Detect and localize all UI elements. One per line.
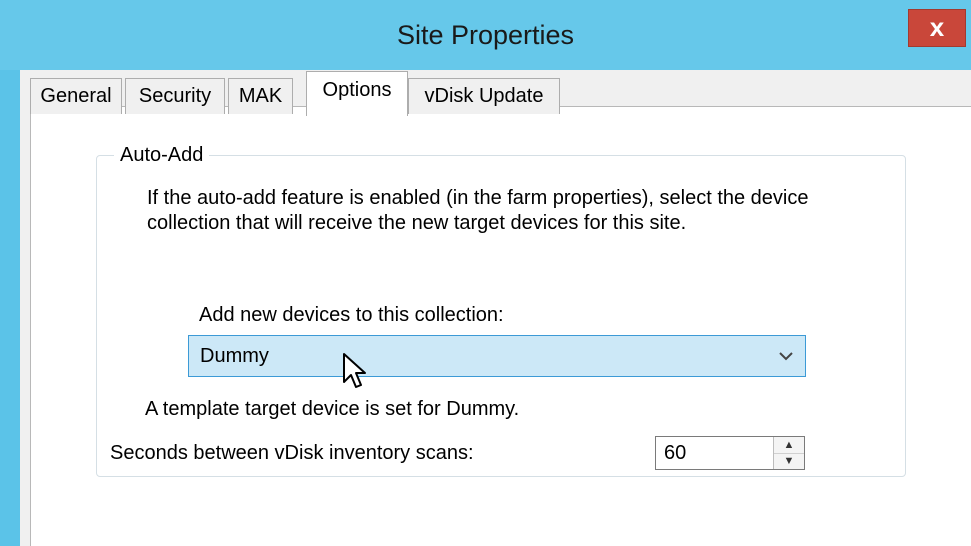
collection-dropdown[interactable]: Dummy <box>188 335 806 377</box>
tab-label: vDisk Update <box>424 85 544 107</box>
tab-label: Options <box>322 79 392 101</box>
collection-selected-value: Dummy <box>200 345 269 367</box>
tab-label: General <box>40 85 112 107</box>
tab-label: Security <box>138 85 212 107</box>
title-bar[interactable]: Site Properties x <box>0 0 971 70</box>
close-button[interactable]: x <box>908 9 966 47</box>
inventory-scan-stepper[interactable]: 60 ▲ ▼ <box>655 436 805 470</box>
mouse-pointer-icon <box>342 352 368 395</box>
description-line: collection that will receive the new tar… <box>147 212 687 234</box>
site-properties-window: Site Properties x General Security MAK O… <box>0 0 971 546</box>
tab-security[interactable]: Security <box>125 78 225 114</box>
window-title: Site Properties <box>396 20 575 50</box>
tab-general[interactable]: General <box>30 78 122 114</box>
description-line: If the auto-add feature is enabled (in t… <box>147 187 809 209</box>
spin-up-icon[interactable]: ▲ <box>774 437 804 454</box>
template-note: A template target device is set for Dumm… <box>145 398 520 420</box>
inventory-scan-value[interactable]: 60 <box>664 442 686 465</box>
collection-label: Add new devices to this collection: <box>199 304 504 326</box>
spin-down-icon[interactable]: ▼ <box>774 453 804 469</box>
auto-add-description: If the auto-add feature is enabled (in t… <box>147 186 887 236</box>
tab-vdisk-update[interactable]: vDisk Update <box>408 78 560 114</box>
tab-options[interactable]: Options <box>306 71 408 116</box>
tab-mak[interactable]: MAK <box>228 78 293 114</box>
chevron-down-icon[interactable] <box>779 345 793 366</box>
auto-add-group-title: Auto-Add <box>114 144 210 167</box>
close-icon: x <box>929 12 945 42</box>
stepper-buttons: ▲ ▼ <box>773 437 804 469</box>
tab-label: MAK <box>238 85 283 107</box>
inventory-scan-label: Seconds between vDisk inventory scans: <box>110 442 474 464</box>
